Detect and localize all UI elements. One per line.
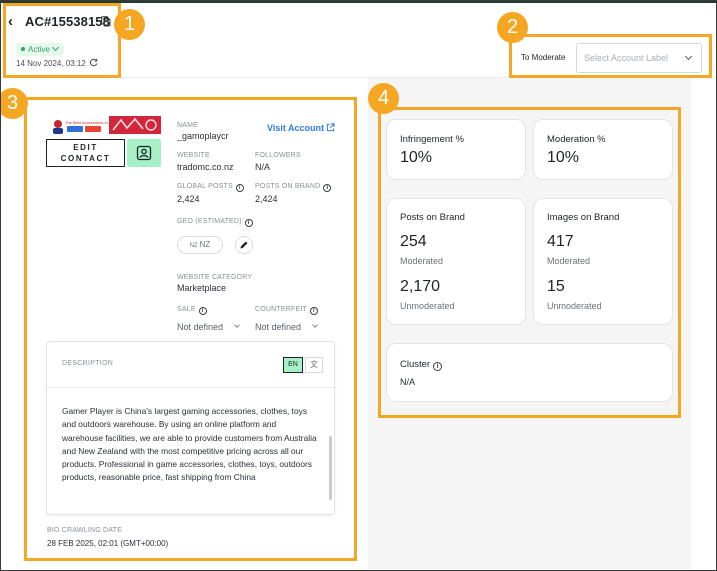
geo-country-code: NZ: [189, 243, 198, 249]
edit-contact-button[interactable]: EDIT CONTACT: [46, 139, 125, 167]
global-posts-value: 2,424: [177, 194, 200, 204]
counterfeit-dropdown[interactable]: Not defined: [255, 322, 301, 332]
external-link-icon[interactable]: [326, 123, 335, 132]
geo-pill: NZ NZ: [177, 236, 223, 254]
images-moderated-value: 417: [547, 233, 574, 250]
description-card: DESCRIPTION EN 文 Gamer Player is China's…: [46, 341, 335, 515]
info-icon[interactable]: i: [323, 184, 332, 192]
bio-crawling-date-value: 28 FEB 2025, 02:01 (GMT+00:00): [47, 539, 169, 548]
callout-badge-1: 1: [114, 9, 145, 40]
sale-dropdown[interactable]: Not defined: [177, 322, 223, 332]
status-label: Active: [28, 45, 50, 54]
posts-unmoderated-value: 2,170: [400, 278, 441, 295]
counterfeit-label: COUNTERFEIT i: [255, 306, 318, 315]
account-label-placeholder: Select Account Label: [584, 53, 669, 63]
description-text: Gamer Player is China's largest gaming a…: [62, 406, 317, 483]
cluster-value: N/A: [400, 377, 416, 387]
website-category-label: WEBSITE CATEGORY: [177, 274, 253, 281]
account-header: ‹ AC#15538158 Active 14 Nov 2024, 03:12 …: [0, 3, 717, 78]
copy-icon[interactable]: [101, 16, 111, 27]
images-unmoderated-label: Unmoderated: [547, 301, 602, 311]
infringement-label: Infringement %: [400, 134, 464, 145]
posts-on-brand-label: POSTS ON BRAND i: [255, 183, 332, 192]
description-title: DESCRIPTION: [62, 360, 114, 367]
description-header: DESCRIPTION EN 文: [47, 342, 334, 388]
posts-moderated-value: 254: [400, 233, 427, 250]
sale-label: SALE i: [177, 306, 207, 315]
callout-badge-2: 2: [497, 12, 528, 43]
followers-value: N/A: [255, 162, 271, 172]
counterfeit-label-text: COUNTERFEIT: [255, 306, 307, 313]
banner-graphic-icon: [112, 117, 157, 131]
global-posts-label: GLOBAL POSTS i: [177, 183, 244, 192]
info-icon[interactable]: i: [198, 307, 207, 315]
brand-wordmark-icon: [67, 126, 101, 132]
edit-geo-button[interactable]: [235, 236, 253, 254]
name-label: NAME: [177, 122, 199, 129]
sale-label-text: SALE: [177, 306, 196, 313]
status-dot-icon: [21, 47, 25, 51]
images-unmoderated-value: 15: [547, 278, 565, 295]
posts-on-brand-label-text: POSTS ON BRAND: [255, 183, 321, 190]
images-on-brand-card: Images on Brand 417 Moderated 15 Unmoder…: [533, 198, 673, 325]
posts-on-brand-title: Posts on Brand: [400, 212, 465, 223]
posts-on-brand-card: Posts on Brand 254 Moderated 2,170 Unmod…: [386, 198, 526, 325]
geo-label: GEO (ESTIMATED) i: [177, 218, 253, 227]
account-label-select[interactable]: Select Account Label: [576, 43, 702, 73]
infringement-value: 10%: [400, 149, 433, 166]
global-posts-label-text: GLOBAL POSTS: [177, 183, 233, 190]
language-zh-toggle[interactable]: 文: [305, 357, 323, 373]
moderation-label: Moderation %: [547, 134, 606, 145]
refresh-icon[interactable]: [89, 58, 98, 67]
moderation-value: 10%: [547, 149, 580, 166]
geo-label-text: GEO (ESTIMATED): [177, 218, 242, 225]
chevron-down-icon: [684, 52, 693, 61]
geo-value: NZ: [199, 240, 211, 249]
images-on-brand-title: Images on Brand: [547, 212, 620, 223]
cluster-label-text: Cluster: [400, 359, 431, 370]
banner-image: [109, 116, 161, 134]
visit-account-link[interactable]: Visit Account: [267, 123, 324, 133]
back-icon[interactable]: ‹: [8, 14, 20, 29]
images-moderated-label: Moderated: [547, 256, 591, 266]
bio-crawling-date-label: BIO CRAWLING DATE: [47, 527, 122, 534]
to-moderate-label: To Moderate: [521, 53, 566, 62]
contact-card-button[interactable]: [127, 139, 161, 167]
infringement-card: Infringement % 10%: [386, 119, 526, 180]
description-scrollbar[interactable]: [329, 436, 332, 500]
info-icon[interactable]: i: [433, 362, 443, 371]
chevron-down-icon: [51, 43, 59, 52]
language-en-toggle[interactable]: EN: [283, 357, 303, 373]
last-updated-timestamp: 14 Nov 2024, 03:12: [16, 59, 86, 68]
account-logo: The Best Accessories in Australia: [47, 116, 161, 138]
name-value: _gamoplaycr: [177, 131, 229, 141]
callout-badge-4: 4: [368, 83, 399, 114]
contact-card-icon: [136, 145, 152, 161]
info-icon[interactable]: i: [235, 184, 244, 192]
pencil-icon: [240, 241, 248, 249]
followers-label: FOLLOWERS: [255, 152, 301, 159]
info-icon[interactable]: i: [309, 307, 318, 315]
status-badge[interactable]: Active: [16, 43, 64, 56]
info-icon[interactable]: i: [244, 219, 253, 227]
website-value: tradomc.co.nz: [177, 162, 234, 172]
website-category-value: Marketplace: [177, 283, 227, 293]
cluster-label: Cluster i: [400, 359, 443, 371]
posts-unmoderated-label: Unmoderated: [400, 301, 455, 311]
posts-on-brand-value: 2,424: [255, 194, 278, 204]
website-label: WEBSITE: [177, 152, 210, 159]
moderation-card: Moderation % 10%: [533, 119, 673, 180]
cluster-card: Cluster i N/A: [386, 343, 673, 402]
account-id-title: AC#15538158: [25, 14, 110, 29]
posts-moderated-label: Moderated: [400, 256, 444, 266]
